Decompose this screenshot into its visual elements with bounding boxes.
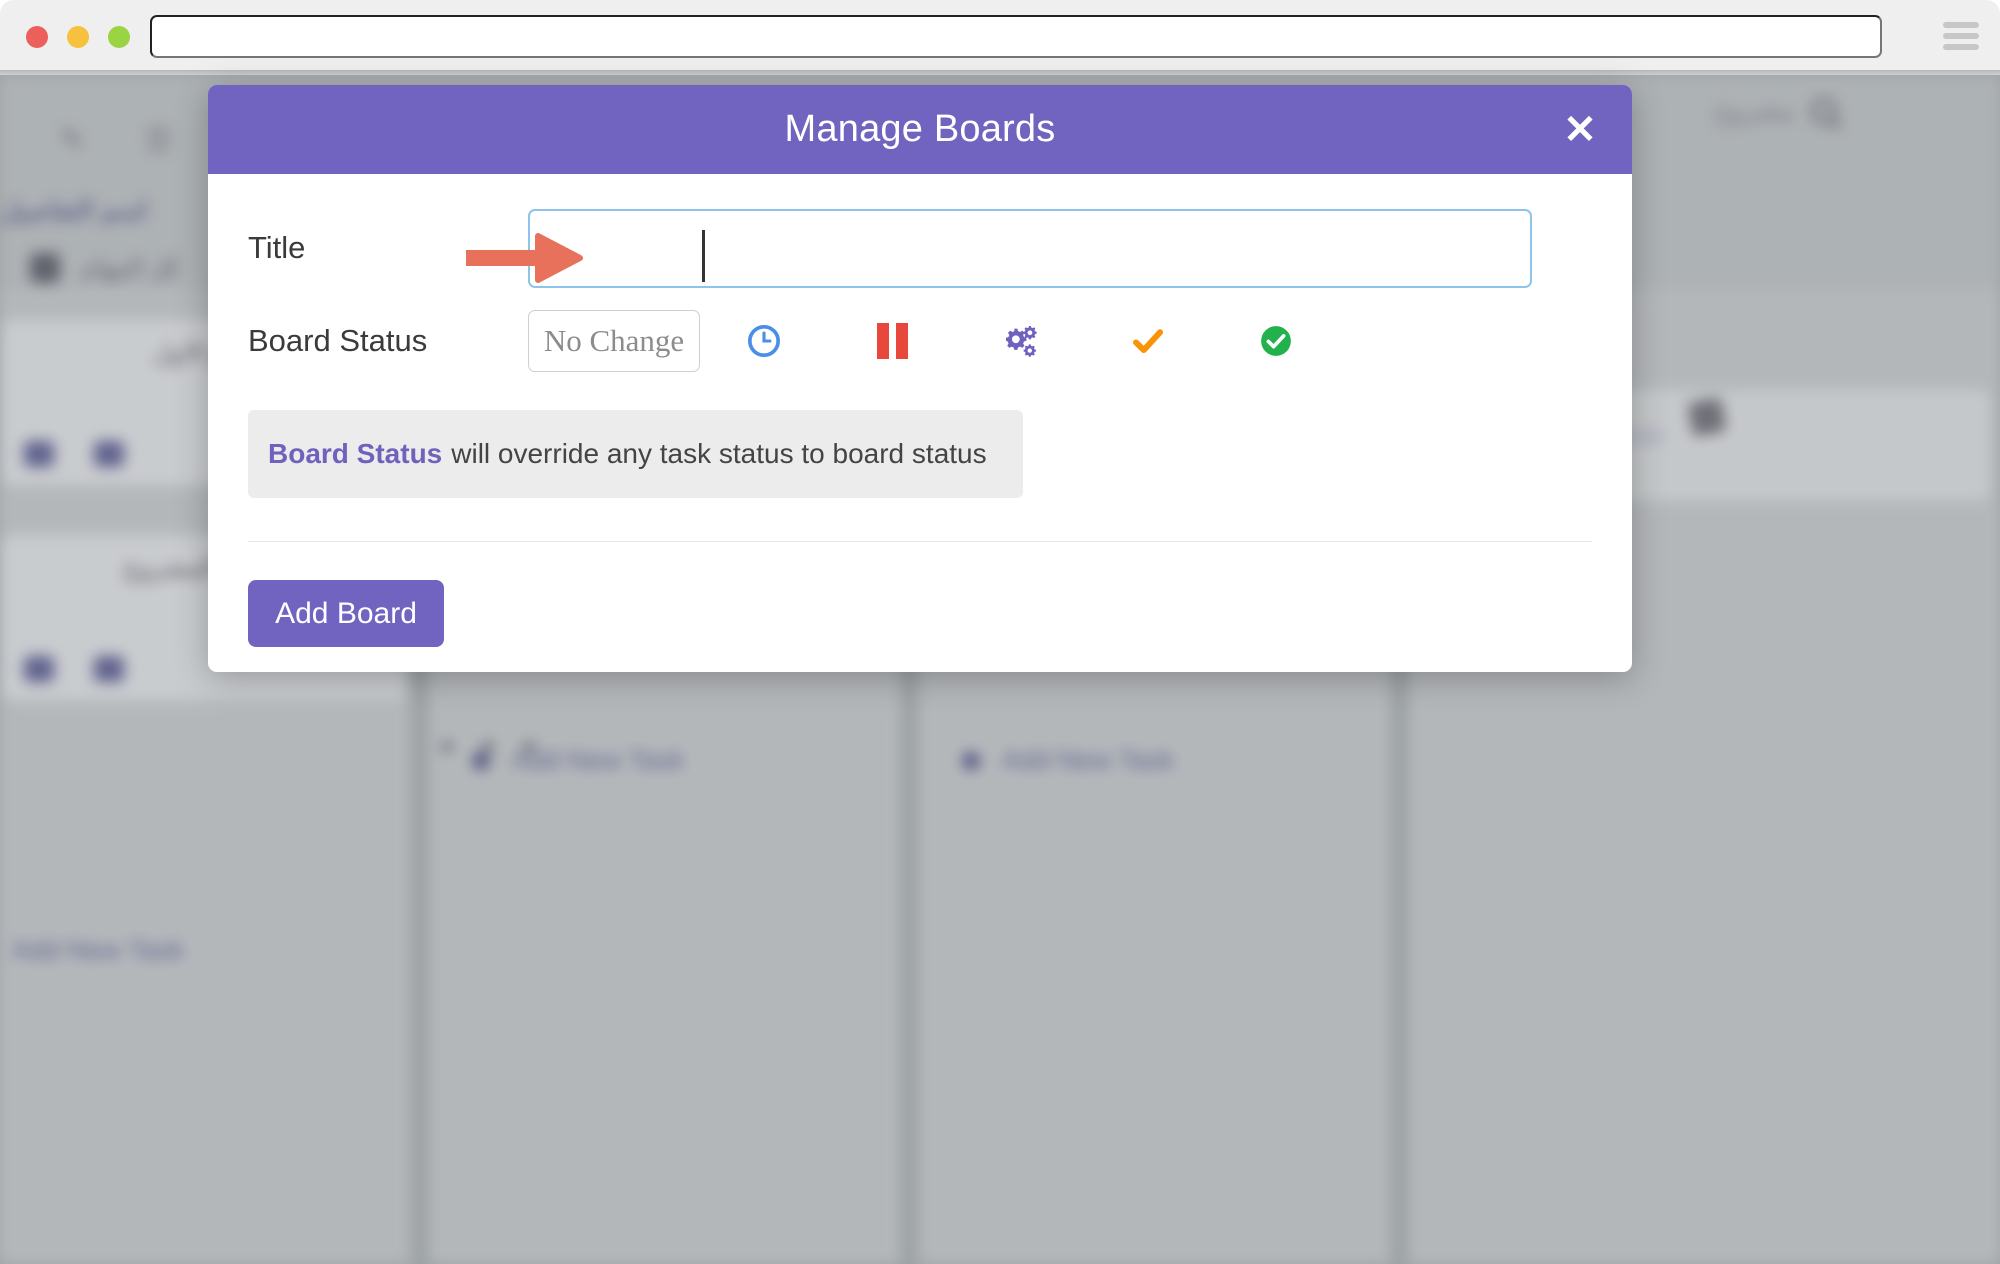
browser-chrome — [0, 0, 2000, 72]
status-option-completed[interactable] — [1212, 310, 1340, 372]
add-board-button[interactable]: Add Board — [248, 580, 444, 647]
manage-boards-modal: Manage Boards ✕ Title Board Status No Ch… — [208, 85, 1632, 672]
hamburger-bar — [1943, 33, 1979, 39]
window-minimize-button[interactable] — [67, 26, 89, 48]
title-input[interactable] — [528, 209, 1532, 288]
comment-icon — [24, 441, 54, 467]
clock-icon — [747, 324, 781, 358]
text-cursor — [702, 230, 705, 282]
gears-icon — [1001, 323, 1039, 359]
info-banner-strong: Board Status — [268, 438, 442, 470]
shield-icon — [30, 253, 60, 283]
check-icon — [1129, 324, 1167, 358]
add-new-task-link[interactable]: Add New Task — [962, 745, 1174, 776]
window-controls — [26, 26, 130, 48]
board-status-label: Board Status — [248, 323, 528, 359]
info-banner-text: will override any task status to board s… — [451, 438, 986, 470]
modal-divider — [248, 541, 1592, 542]
chip-label: كل المهام — [82, 254, 179, 283]
edit-icon[interactable]: ✎ — [60, 123, 85, 158]
plus-icon — [962, 752, 980, 770]
status-option-no-change[interactable]: No Change — [528, 310, 700, 372]
edit-icon[interactable] — [1687, 397, 1726, 436]
board-status-options: No Change — [528, 310, 1340, 372]
search-text: مشروع — [1715, 95, 1795, 126]
search-icon — [1811, 98, 1837, 124]
modal-body: Title Board Status No Change — [208, 174, 1632, 647]
hamburger-menu-icon[interactable] — [1943, 22, 1979, 50]
title-label: Title — [248, 230, 528, 266]
toolbar-icons[interactable]: ✎ ☰ — [60, 123, 172, 158]
pause-icon — [877, 323, 908, 359]
hamburger-bar — [1943, 22, 1979, 28]
add-new-task-label: Add New Task — [1002, 745, 1174, 776]
check-circle-icon — [1259, 324, 1293, 358]
add-new-task-link[interactable]: Add New Task — [12, 935, 184, 966]
title-field-row: Title — [248, 200, 1592, 296]
attachment-icon — [94, 656, 124, 682]
info-banner: Board Status will override any task stat… — [248, 410, 1023, 498]
url-input[interactable] — [150, 15, 1882, 58]
hamburger-bar — [1943, 44, 1979, 50]
window-close-button[interactable] — [26, 26, 48, 48]
attachment-icon — [94, 441, 124, 467]
all-tasks-chip[interactable]: كل المهام — [30, 253, 179, 283]
status-option-done[interactable] — [1084, 310, 1212, 372]
window-maximize-button[interactable] — [108, 26, 130, 48]
close-icon[interactable]: ✕ — [1558, 108, 1602, 152]
status-option-pending[interactable] — [700, 310, 828, 372]
pause-bar — [896, 323, 908, 359]
board-status-field-row: Board Status No Change — [248, 296, 1592, 386]
search-bar[interactable]: مشروع — [1715, 95, 1837, 126]
status-option-paused[interactable] — [828, 310, 956, 372]
modal-header: Manage Boards ✕ — [208, 85, 1632, 174]
project-title: اسم التفاصيل — [0, 195, 147, 226]
filter-icon[interactable]: ☰ — [145, 123, 172, 158]
modal-title: Manage Boards — [785, 108, 1056, 151]
status-option-in-progress[interactable] — [956, 310, 1084, 372]
pause-bar — [877, 323, 889, 359]
comment-icon — [24, 656, 54, 682]
card-overflow-menu[interactable]: • • • — [440, 725, 544, 770]
no-change-label: No Change — [544, 323, 684, 359]
